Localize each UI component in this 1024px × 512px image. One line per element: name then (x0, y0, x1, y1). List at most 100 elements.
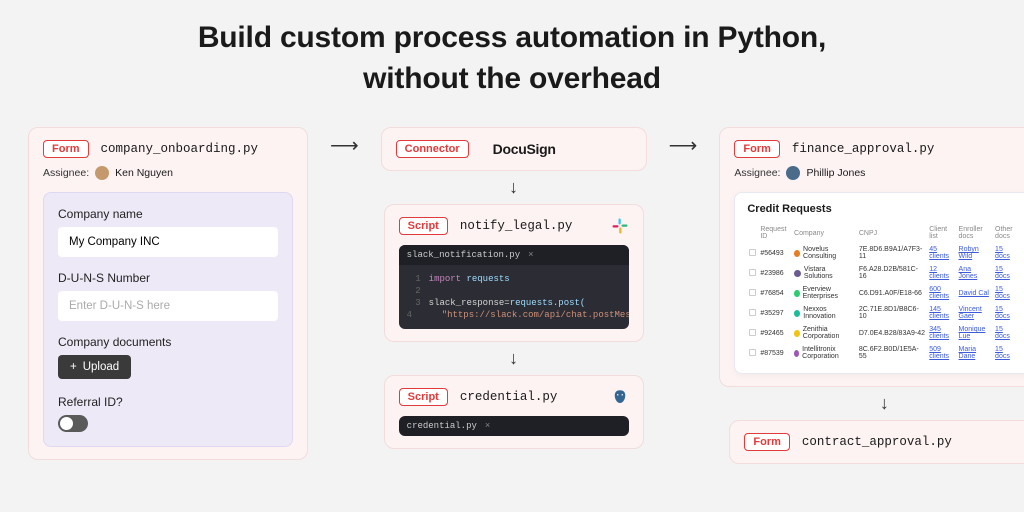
cell-cnpj: 8C.6F2.B0D/1E5A-55 (857, 343, 927, 363)
cell-id: #35297 (758, 303, 792, 323)
row-checkbox[interactable] (749, 249, 756, 256)
cell-id: #87539 (758, 343, 792, 363)
code-editor-credential: credential.py × (399, 416, 629, 436)
cell-id: #92465 (758, 323, 792, 343)
card-connector-docusign: Connector DocuSign (381, 127, 647, 171)
company-name-input[interactable] (58, 227, 278, 257)
duns-input[interactable] (58, 291, 278, 321)
upload-label: Upload (83, 361, 119, 373)
cell-enroller[interactable]: Monique Lue (957, 323, 994, 343)
cell-company: Intellitronix Corporation (792, 343, 857, 363)
cell-other[interactable]: 15 docs (993, 343, 1021, 363)
cell-company: Everview Enterprises (792, 283, 857, 303)
assignee-name: Phillip Jones (806, 167, 865, 179)
card-form-finance-approval: Form finance_approval.py Assignee: Phill… (719, 127, 1024, 387)
card-script-notify-legal: Script notify_legal.py slack_notificatio… (384, 204, 644, 342)
th-other: Other docs (993, 223, 1021, 243)
cell-clients[interactable]: 145 clients (927, 303, 956, 323)
cell-enroller[interactable]: Vincent Gaer (957, 303, 994, 323)
table-title: Credit Requests (747, 203, 1021, 215)
cell-other[interactable]: 15 docs (993, 263, 1021, 283)
tag-form: Form (734, 140, 780, 158)
close-tab-icon[interactable]: × (528, 250, 533, 260)
close-tab-icon[interactable]: × (485, 421, 490, 431)
cell-id: #56493 (758, 243, 792, 263)
cell-cnpj: 2C.71E.8D1/B8C6-10 (857, 303, 927, 323)
filename-finance-approval: finance_approval.py (792, 142, 935, 156)
table-row[interactable]: #87539Intellitronix Corporation8C.6F2.B0… (747, 343, 1021, 363)
filename-credential: credential.py (460, 390, 558, 404)
cell-enroller[interactable]: David Cal (957, 283, 994, 303)
card-form-contract-approval: Form contract_approval.py (729, 420, 1024, 464)
company-name-label: Company name (58, 207, 278, 221)
arrow-right-icon: ⟶ (326, 133, 363, 158)
cell-clients[interactable]: 509 clients (927, 343, 956, 363)
arrow-down-icon: ↓ (880, 393, 889, 414)
docs-label: Company documents (58, 335, 278, 349)
cell-company: Vistara Solutions (792, 263, 857, 283)
editor-tab-name: slack_notification.py (407, 250, 520, 260)
cell-other[interactable]: 15 docs (993, 303, 1021, 323)
th-enroller: Enroller docs (957, 223, 994, 243)
cell-cnpj: 7E.8D6.B9A1/A7F3-11 (857, 243, 927, 263)
row-checkbox[interactable] (749, 289, 756, 296)
credit-requests-panel: Credit Requests Request ID Company CNPJ … (734, 192, 1024, 374)
cell-clients[interactable]: 345 clients (927, 323, 956, 343)
hero-heading: Build custom process automation in Pytho… (0, 0, 1024, 127)
assignee-label: Assignee: (43, 167, 89, 179)
cell-clients[interactable]: 12 clients (927, 263, 956, 283)
workflow-row: Form company_onboarding.py Assignee: Ken… (0, 127, 1024, 464)
cell-clients[interactable]: 600 clients (927, 283, 956, 303)
hero-line2: without the overhead (363, 62, 661, 95)
table-row[interactable]: #56493Novelus Consulting7E.8D6.B9A1/A7F3… (747, 243, 1021, 263)
cell-id: #76854 (758, 283, 792, 303)
table-row[interactable]: #23986Vistara SolutionsF6.A28.D2B/581C-1… (747, 263, 1021, 283)
row-checkbox[interactable] (749, 329, 756, 336)
row-checkbox[interactable] (749, 269, 756, 276)
cell-other[interactable]: 15 docs (993, 283, 1021, 303)
form-panel: Company name D-U-N-S Number Company docu… (43, 192, 293, 447)
cell-other[interactable]: 15 docs (993, 243, 1021, 263)
cell-cnpj: D7.0E4.B28/83A9-42 (857, 323, 927, 343)
cell-enroller[interactable]: Robyn Wild (957, 243, 994, 263)
filename-contract-approval: contract_approval.py (802, 435, 952, 449)
referral-toggle[interactable] (58, 415, 88, 432)
row-checkbox[interactable] (749, 349, 756, 356)
duns-label: D-U-N-S Number (58, 271, 278, 285)
card-script-credential: Script credential.py credential.py × (384, 375, 644, 449)
cell-other[interactable]: 15 docs (993, 323, 1021, 343)
upload-button[interactable]: + Upload (58, 355, 131, 379)
tag-script: Script (399, 217, 448, 235)
th-request-id: Request ID (758, 223, 792, 243)
credit-requests-table: Request ID Company CNPJ Client list Enro… (747, 223, 1021, 363)
tag-connector: Connector (396, 140, 469, 158)
code-editor-notify: slack_notification.py × 1import requests… (399, 245, 629, 329)
table-row[interactable]: #92465Zenithia CorporationD7.0E4.B28/83A… (747, 323, 1021, 343)
avatar (786, 166, 800, 180)
cell-enroller[interactable]: Maria Dane (957, 343, 994, 363)
cell-company: Nexxos Innovation (792, 303, 857, 323)
cell-cnpj: C6.D91.A0F/E18-66 (857, 283, 927, 303)
filename-notify-legal: notify_legal.py (460, 219, 573, 233)
filename-onboarding: company_onboarding.py (101, 142, 259, 156)
tag-form: Form (43, 140, 89, 158)
plus-icon: + (70, 361, 77, 373)
assignee-label: Assignee: (734, 167, 780, 179)
th-company: Company (792, 223, 857, 243)
table-row[interactable]: #35297Nexxos Innovation2C.71E.8D1/B8C6-1… (747, 303, 1021, 323)
row-checkbox[interactable] (749, 309, 756, 316)
cell-company: Novelus Consulting (792, 243, 857, 263)
hero-line1: Build custom process automation in Pytho… (198, 21, 826, 54)
table-row[interactable]: #76854Everview EnterprisesC6.D91.A0F/E18… (747, 283, 1021, 303)
postgres-icon (611, 388, 629, 406)
cell-company: Zenithia Corporation (792, 323, 857, 343)
cell-clients[interactable]: 45 clients (927, 243, 956, 263)
card-form-onboarding: Form company_onboarding.py Assignee: Ken… (28, 127, 308, 460)
cell-id: #23986 (758, 263, 792, 283)
editor-tab-name: credential.py (407, 421, 477, 431)
th-cnpj: CNPJ (857, 223, 927, 243)
cell-enroller[interactable]: Ana Jones (957, 263, 994, 283)
th-clients: Client list (927, 223, 956, 243)
assignee-name: Ken Nguyen (115, 167, 173, 179)
referral-label: Referral ID? (58, 395, 278, 409)
